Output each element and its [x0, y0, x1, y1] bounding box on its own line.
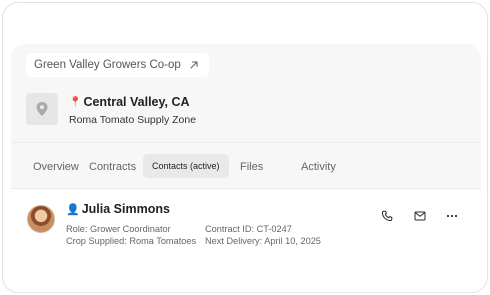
contact-role: Role: Grower Coordinator: [66, 224, 171, 234]
tab-contacts[interactable]: Contacts (active): [143, 154, 229, 178]
tab-contracts[interactable]: Contracts: [83, 143, 142, 190]
tab-bar: Overview Contracts Contacts (active) Fil…: [11, 142, 481, 189]
arrow-up-right-icon: [190, 61, 198, 69]
email-button[interactable]: [411, 207, 429, 225]
tab-files[interactable]: Files: [234, 143, 269, 190]
more-horizontal-icon: [446, 214, 458, 218]
contact-name-text: Julia Simmons: [81, 202, 170, 216]
user-emoji-icon: 👤: [66, 203, 80, 216]
avatar: [27, 205, 55, 233]
location-subtitle: Roma Tomato Supply Zone: [69, 114, 197, 126]
phone-icon: [381, 210, 393, 222]
tab-activity[interactable]: Activity: [295, 143, 342, 190]
contact-next-delivery: Next Delivery: April 10, 2025: [205, 236, 321, 246]
coop-link-chip[interactable]: Green Valley Growers Co-op: [26, 53, 209, 77]
location-thumbnail: [26, 93, 58, 125]
contact-name: 👤 Julia Simmons: [66, 202, 170, 216]
coop-name: Green Valley Growers Co-op: [34, 59, 181, 71]
contact-contract-id: Contract ID: CT-0247: [205, 224, 292, 234]
more-options-button[interactable]: [443, 207, 461, 225]
card-header: Green Valley Growers Co-op 📍 Central Val…: [11, 44, 481, 189]
pin-emoji-icon: 📍: [69, 96, 82, 108]
contact-row[interactable]: 👤 Julia Simmons Role: Grower Coordinator…: [11, 189, 481, 250]
tab-overview[interactable]: Overview: [27, 143, 85, 190]
supplier-card: Green Valley Growers Co-op 📍 Central Val…: [11, 44, 481, 250]
location-title: 📍 Central Valley, CA: [69, 95, 190, 109]
map-pin-icon: [36, 102, 48, 116]
contact-crop: Crop Supplied: Roma Tomatoes: [66, 236, 197, 246]
mail-icon: [414, 211, 426, 221]
location-name: Central Valley, CA: [83, 95, 190, 109]
call-button[interactable]: [378, 207, 396, 225]
